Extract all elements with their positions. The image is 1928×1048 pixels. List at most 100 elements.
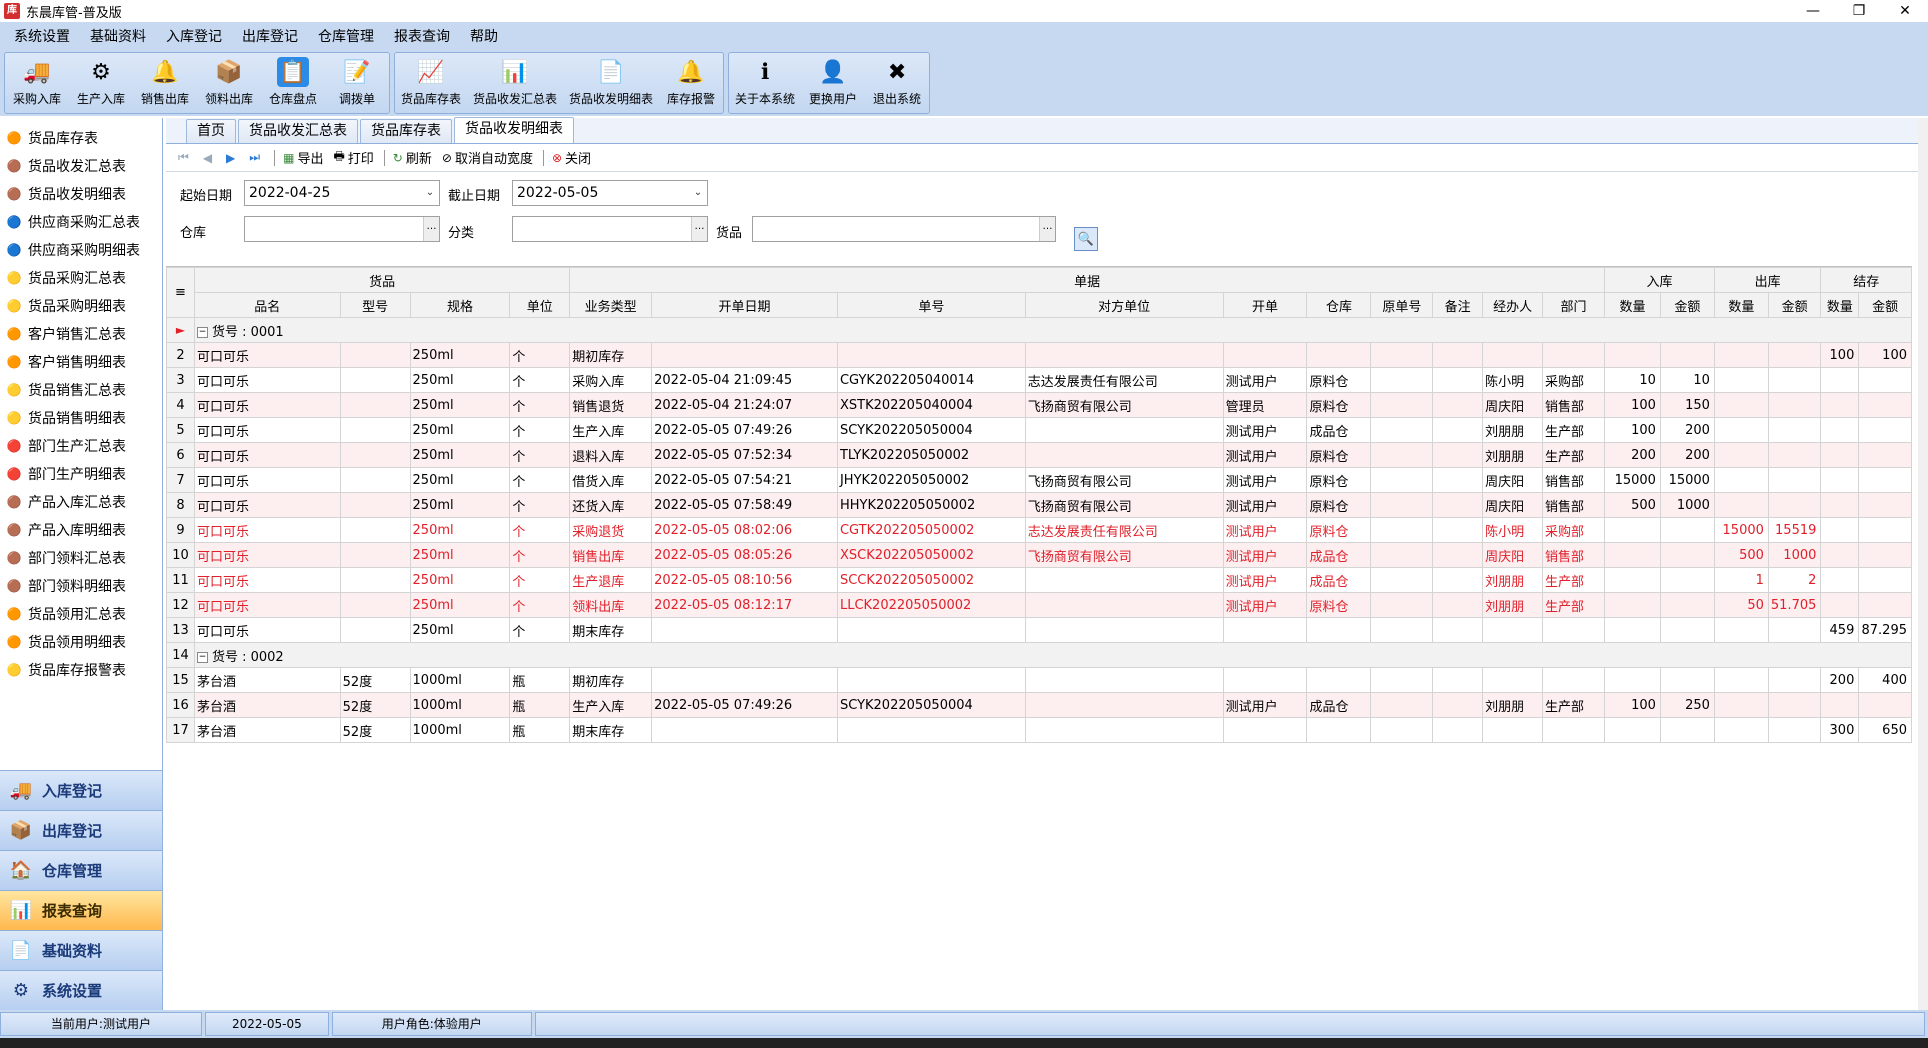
column-header-1[interactable]: 型号 [339, 292, 411, 318]
column-header-8[interactable]: 开单 [1222, 292, 1308, 318]
table-cell[interactable] [1542, 667, 1605, 693]
table-cell[interactable] [1603, 667, 1661, 693]
table-cell[interactable]: 采购退货 [569, 517, 653, 543]
end-date-picker[interactable]: 2022-05-05 ⌄ [512, 180, 708, 206]
table-cell[interactable]: 生产部 [1542, 692, 1605, 718]
tab-0[interactable]: 首页 [186, 119, 236, 143]
table-cell[interactable]: 可口可乐 [193, 342, 341, 368]
table-cell[interactable]: 1000ml [409, 692, 511, 718]
table-cell[interactable]: 销售退货 [569, 392, 653, 418]
table-cell[interactable]: 成品仓 [1306, 542, 1372, 568]
table-cell[interactable] [1820, 692, 1860, 718]
table-cell[interactable] [1767, 417, 1822, 443]
table-cell[interactable]: 250ml [409, 617, 511, 643]
table-cell[interactable] [1820, 442, 1860, 468]
table-cell[interactable]: 周庆阳 [1482, 542, 1544, 568]
table-cell[interactable] [1858, 467, 1912, 493]
table-cell[interactable]: 个 [509, 567, 571, 593]
table-cell[interactable]: 10 [1603, 367, 1661, 393]
table-row[interactable]: 11 可口可乐 250ml 个生产退库 2022-05-05 08:10:56 SCCK2… [166, 567, 1912, 593]
table-cell[interactable] [1024, 442, 1224, 468]
section-1[interactable]: 📦 出库登记 [0, 810, 162, 850]
table-cell[interactable] [1659, 342, 1715, 368]
table-cell[interactable] [1713, 467, 1769, 493]
table-cell[interactable]: 200 [1820, 667, 1860, 693]
sidebar-item-14[interactable]: 🟤 产品入库明细表 [0, 516, 162, 544]
table-cell[interactable]: 500 [1713, 542, 1769, 568]
table-cell[interactable] [1370, 492, 1434, 518]
table-cell[interactable]: 刘朋朋 [1482, 567, 1544, 593]
table-row[interactable]: 15 茅台酒 52度 1000ml 瓶期初库存 200 400 [166, 667, 1912, 693]
table-cell[interactable] [1767, 492, 1822, 518]
table-cell[interactable] [1370, 617, 1434, 643]
table-cell[interactable] [1659, 567, 1715, 593]
table-cell[interactable]: 生产入库 [569, 692, 653, 718]
table-cell[interactable] [1024, 567, 1224, 593]
table-cell[interactable] [1820, 417, 1860, 443]
table-cell[interactable]: 459 [1820, 617, 1860, 643]
table-cell[interactable]: 刘朋朋 [1482, 442, 1544, 468]
table-cell[interactable]: 销售出库 [569, 542, 653, 568]
table-cell[interactable] [1306, 717, 1372, 743]
table-row[interactable]: 10 可口可乐 250ml 个销售出库 2022-05-05 08:05:26 XSCK2… [166, 542, 1912, 568]
table-cell[interactable]: 茅台酒 [193, 667, 341, 693]
table-cell[interactable]: 250ml [409, 567, 511, 593]
table-cell[interactable] [1713, 717, 1769, 743]
table-cell[interactable]: 可口可乐 [193, 517, 341, 543]
table-cell[interactable] [1713, 692, 1769, 718]
table-cell[interactable]: 刘朋朋 [1482, 417, 1544, 443]
table-cell[interactable] [1024, 617, 1224, 643]
column-header-4[interactable]: 业务类型 [569, 292, 653, 318]
table-cell[interactable]: 生产退库 [569, 567, 653, 593]
table-cell[interactable] [1370, 467, 1434, 493]
table-cell[interactable]: SCYK202205050004 [836, 417, 1026, 443]
table-cell[interactable] [1542, 617, 1605, 643]
collapse-icon[interactable]: − [196, 326, 208, 338]
menu-item-6[interactable]: 帮助 [460, 22, 508, 52]
table-cell[interactable] [1713, 667, 1769, 693]
table-cell[interactable] [1713, 342, 1769, 368]
table-cell[interactable]: 原料仓 [1306, 517, 1372, 543]
table-cell[interactable] [1024, 692, 1224, 718]
toolbar-group1-button-2[interactable]: 🔔 销售出库 [133, 53, 197, 113]
menu-item-1[interactable]: 基础资料 [80, 22, 156, 52]
column-header-17[interactable]: 金额 [1767, 292, 1822, 318]
table-cell[interactable]: 可口可乐 [193, 467, 341, 493]
table-cell[interactable] [1222, 342, 1308, 368]
table-cell[interactable] [1432, 342, 1484, 368]
column-header-14[interactable]: 数量 [1603, 292, 1661, 318]
table-cell[interactable]: 领料出库 [569, 592, 653, 618]
table-cell[interactable]: 52度 [339, 667, 411, 693]
table-cell[interactable]: 测试用户 [1222, 567, 1308, 593]
table-cell[interactable]: 原料仓 [1306, 492, 1372, 518]
table-cell[interactable]: 测试用户 [1222, 467, 1308, 493]
toolbar-group1-button-4[interactable]: 📋 仓库盘点 [261, 53, 325, 113]
table-cell[interactable] [1858, 692, 1912, 718]
search-button[interactable]: 🔍 [1074, 227, 1098, 251]
table-cell[interactable] [1370, 567, 1434, 593]
table-cell[interactable]: 期末库存 [569, 717, 653, 743]
table-cell[interactable] [1370, 517, 1434, 543]
table-cell[interactable]: 500 [1603, 492, 1661, 518]
vertical-scrollbar[interactable] [1918, 118, 1928, 1010]
table-cell[interactable]: 期初库存 [569, 342, 653, 368]
table-cell[interactable] [836, 667, 1026, 693]
table-cell[interactable] [1858, 567, 1912, 593]
table-cell[interactable] [1370, 692, 1434, 718]
table-cell[interactable]: 400 [1858, 667, 1912, 693]
table-cell[interactable]: 1 [1713, 567, 1769, 593]
table-cell[interactable]: 52度 [339, 717, 411, 743]
menu-item-5[interactable]: 报表查询 [384, 22, 460, 52]
table-cell[interactable] [1767, 617, 1822, 643]
toolbar-group1-button-3[interactable]: 📦 领料出库 [197, 53, 261, 113]
menu-item-0[interactable]: 系统设置 [4, 22, 80, 52]
category-input[interactable]: … [512, 216, 708, 242]
table-cell[interactable]: 51.705 [1767, 592, 1822, 618]
sidebar-item-1[interactable]: 🟤 货品收发汇总表 [0, 152, 162, 180]
table-cell[interactable]: 可口可乐 [193, 367, 341, 393]
table-cell[interactable]: JHYK202205050002 [836, 467, 1026, 493]
table-cell[interactable]: 原料仓 [1306, 367, 1372, 393]
section-5[interactable]: ⚙ 系统设置 [0, 970, 162, 1010]
table-cell[interactable]: 茅台酒 [193, 692, 341, 718]
goods-input[interactable]: … [752, 216, 1056, 242]
